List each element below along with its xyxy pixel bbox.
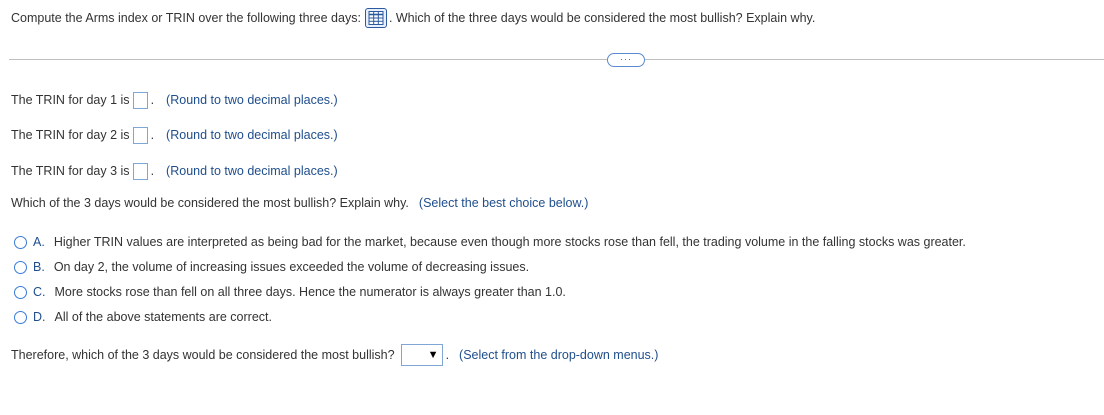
trin-row-day1: The TRIN for day 1 is . (Round to two de… bbox=[11, 90, 338, 110]
trin-row-day2: The TRIN for day 2 is . (Round to two de… bbox=[11, 125, 338, 145]
period: . bbox=[150, 128, 155, 142]
trin-day1-input[interactable] bbox=[132, 91, 148, 109]
option-letter: C. bbox=[33, 285, 46, 299]
trin-row-day3: The TRIN for day 3 is . (Round to two de… bbox=[11, 161, 338, 181]
question-prompt: Compute the Arms index or TRIN over the … bbox=[11, 8, 815, 28]
round-hint: (Round to two decimal places.) bbox=[166, 164, 338, 178]
round-hint: (Round to two decimal places.) bbox=[166, 93, 338, 107]
trin-label: The TRIN for day 3 is bbox=[11, 164, 130, 178]
option-letter: B. bbox=[33, 260, 45, 274]
section-divider bbox=[9, 59, 1104, 60]
option-a[interactable]: A. Higher TRIN values are interpreted as… bbox=[14, 233, 966, 251]
expand-more-button[interactable]: ··· bbox=[607, 53, 645, 67]
period: . bbox=[445, 348, 450, 362]
option-b[interactable]: B. On day 2, the volume of increasing is… bbox=[14, 258, 529, 276]
option-c[interactable]: C. More stocks rose than fell on all thr… bbox=[14, 283, 566, 301]
table-icon[interactable] bbox=[364, 8, 387, 28]
option-letter: A. bbox=[33, 235, 45, 249]
final-question-text: Therefore, which of the 3 days would be … bbox=[11, 348, 395, 362]
option-text: Higher TRIN values are interpreted as be… bbox=[53, 235, 966, 249]
trin-label: The TRIN for day 2 is bbox=[11, 128, 130, 142]
round-hint: (Round to two decimal places.) bbox=[166, 128, 338, 142]
prompt-text-1: Compute the Arms index or TRIN over the … bbox=[11, 11, 361, 25]
radio-a[interactable] bbox=[14, 235, 27, 249]
option-text: All of the above statements are correct. bbox=[54, 310, 272, 324]
choice-prompt: Which of the 3 days would be considered … bbox=[11, 194, 588, 212]
final-hint: (Select from the drop-down menus.) bbox=[459, 348, 659, 362]
option-d[interactable]: D. All of the above statements are corre… bbox=[14, 308, 272, 326]
choice-prompt-text: Which of the 3 days would be considered … bbox=[11, 196, 409, 210]
trin-day3-input[interactable] bbox=[132, 162, 148, 180]
period: . bbox=[150, 93, 155, 107]
option-letter: D. bbox=[33, 310, 46, 324]
period: . bbox=[150, 164, 155, 178]
option-text: On day 2, the volume of increasing issue… bbox=[53, 260, 530, 274]
radio-b[interactable] bbox=[14, 260, 27, 274]
choice-prompt-hint: (Select the best choice below.) bbox=[418, 196, 589, 210]
most-bullish-dropdown[interactable]: ▼ bbox=[400, 344, 443, 366]
dropdown-arrow-icon: ▼ bbox=[427, 348, 439, 361]
radio-d[interactable] bbox=[14, 310, 27, 324]
prompt-text-2: . Which of the three days would be consi… bbox=[388, 11, 816, 25]
trin-label: The TRIN for day 1 is bbox=[11, 93, 130, 107]
option-text: More stocks rose than fell on all three … bbox=[54, 285, 566, 299]
radio-c[interactable] bbox=[14, 285, 27, 299]
trin-day2-input[interactable] bbox=[132, 126, 148, 144]
final-question: Therefore, which of the 3 days would be … bbox=[11, 343, 658, 367]
